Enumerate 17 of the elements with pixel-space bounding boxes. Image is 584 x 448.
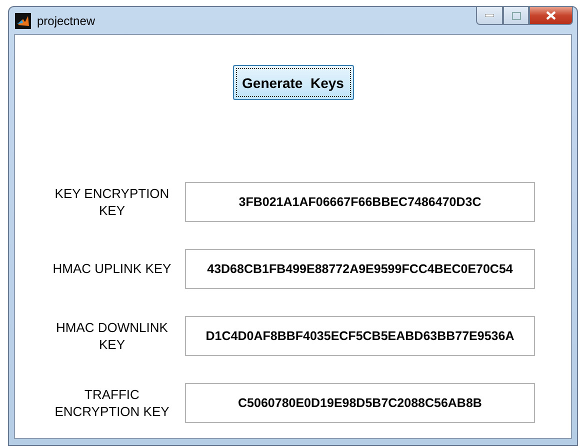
close-icon bbox=[546, 11, 556, 20]
key-label: KEY ENCRYPTION KEY bbox=[54, 184, 170, 218]
minimize-button[interactable] bbox=[476, 6, 503, 25]
key-field[interactable]: 3FB021A1AF06667F66BBEC7486470D3C bbox=[185, 182, 535, 222]
key-label: HMAC DOWNLINK KEY bbox=[55, 318, 169, 352]
key-label: TRAFFIC ENCRYPTION KEY bbox=[54, 386, 170, 420]
maximize-icon bbox=[512, 12, 520, 20]
generate-keys-button[interactable]: Generate Keys bbox=[232, 65, 354, 100]
close-button[interactable] bbox=[529, 6, 573, 25]
key-label: HMAC UPLINK KEY bbox=[52, 260, 172, 277]
minimize-icon bbox=[485, 14, 494, 17]
key-field[interactable]: D1C4D0AF8BBF4035ECF5CB5EABD63BB77E9536A bbox=[185, 316, 535, 356]
maximize-button[interactable] bbox=[503, 6, 529, 25]
window-title: projectnew bbox=[37, 14, 96, 28]
key-field[interactable]: 43D68CB1FB499E88772A9E9599FCC4BEC0E70C54 bbox=[185, 248, 535, 288]
app-icon bbox=[15, 12, 31, 28]
key-field[interactable]: C5060780E0D19E98D5B7C2088C56AB8B bbox=[185, 382, 535, 422]
